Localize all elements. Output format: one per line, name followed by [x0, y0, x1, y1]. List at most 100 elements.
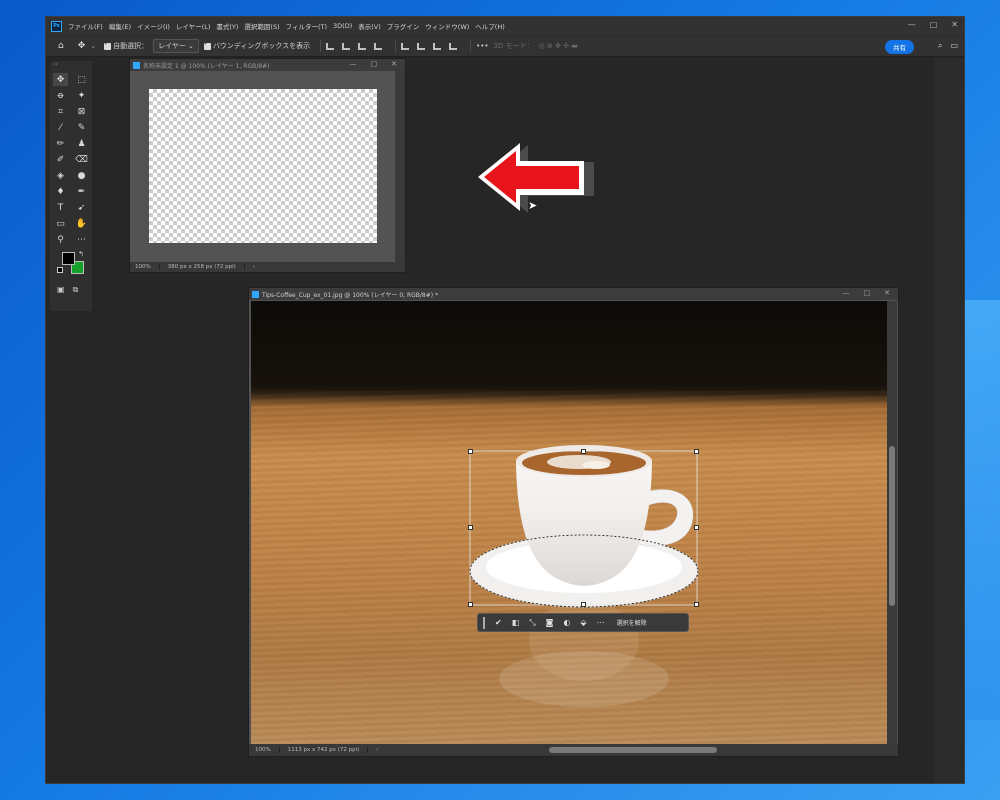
vertical-scrollbar[interactable]: [395, 71, 405, 262]
bucket-tool-icon[interactable]: ◈: [53, 169, 68, 182]
dodge-tool-icon[interactable]: ♦: [53, 185, 68, 198]
menu-type[interactable]: 書式(Y): [216, 21, 238, 31]
distribute-icon[interactable]: [374, 42, 383, 50]
path-select-tool-icon[interactable]: ➹: [74, 201, 89, 214]
search-icon[interactable]: ⌕: [938, 41, 942, 51]
history-brush-tool-icon[interactable]: ✐: [53, 153, 68, 166]
magic-wand-tool-icon[interactable]: ✦: [74, 89, 89, 102]
panel-collapse-icon[interactable]: ‹‹: [50, 61, 92, 71]
status-arrow[interactable]: ›: [367, 747, 386, 753]
menu-help[interactable]: ヘルプ(H): [475, 21, 504, 31]
menu-layer[interactable]: レイヤー(L): [176, 21, 211, 31]
deselect-button[interactable]: 選択を解除: [617, 618, 647, 627]
swap-colors-icon[interactable]: ↰: [78, 250, 84, 258]
extra-tools: ▣ ⧉: [50, 285, 92, 295]
align-left-icon[interactable]: [326, 42, 335, 50]
eyedropper-tool-icon[interactable]: ⁄: [53, 121, 68, 134]
transform-handle[interactable]: [468, 602, 473, 607]
menu-view[interactable]: 表示(V): [358, 21, 381, 31]
brush-tool-icon[interactable]: ✏: [53, 137, 68, 150]
menu-file[interactable]: ファイル(F): [68, 21, 103, 31]
rectangle-tool-icon[interactable]: ▭: [53, 217, 68, 230]
move-tool-icon[interactable]: ✥: [53, 73, 68, 86]
drag-handle[interactable]: [483, 616, 485, 629]
auto-select-checkbox[interactable]: 自動選択：: [104, 40, 148, 51]
blur-tool-icon[interactable]: ●: [74, 169, 89, 182]
share-button[interactable]: 共有: [885, 40, 914, 54]
menu-plugins[interactable]: プラグイン: [387, 21, 420, 31]
tools-panel: ‹‹ ✥ ⬚ ꝋ ✦ ⌗ ⊠ ⁄ ✎ ✏ ♟ ✐ ⌫ ◈ ● ♦ ✒ T ➹ ▭…: [50, 61, 92, 311]
default-colors-icon[interactable]: [57, 267, 63, 273]
move-icon[interactable]: ✥: [78, 41, 86, 51]
mask-icon[interactable]: ◧: [512, 618, 520, 627]
workspace-icon[interactable]: ▭: [950, 41, 958, 51]
align-bottom-icon[interactable]: [433, 42, 442, 50]
align-right-icon[interactable]: [358, 42, 367, 50]
distribute-v-icon[interactable]: [449, 42, 458, 50]
zoom-level[interactable]: 100%: [249, 747, 279, 753]
menu-filter[interactable]: フィルター(T): [286, 21, 327, 31]
fill-icon[interactable]: ⬙: [580, 618, 586, 627]
home-icon[interactable]: ⌂: [58, 41, 64, 51]
transform-icon[interactable]: ⤡: [529, 618, 535, 628]
screen-mode-icon[interactable]: ⧉: [73, 285, 79, 295]
more-options-button[interactable]: •••: [476, 42, 488, 50]
menu-edit[interactable]: 編集(E): [109, 21, 131, 31]
eraser-tool-icon[interactable]: ⌫: [74, 153, 89, 166]
frame-tool-icon[interactable]: ⊠: [74, 105, 89, 118]
stamp-tool-icon[interactable]: ♟: [74, 137, 89, 150]
crop-tool-icon[interactable]: ⌗: [53, 105, 68, 118]
scrollbar-thumb[interactable]: [889, 446, 895, 606]
maximize-button[interactable]: □: [930, 20, 938, 29]
layer-select-dropdown[interactable]: レイヤー ⌄: [153, 39, 199, 53]
transform-handle[interactable]: [581, 602, 586, 607]
marquee-tool-icon[interactable]: ⬚: [74, 73, 89, 86]
transform-handle[interactable]: [468, 525, 473, 530]
canvas-area[interactable]: [130, 71, 395, 262]
doc-maximize-button[interactable]: □: [371, 60, 378, 68]
doc-maximize-button[interactable]: □: [864, 289, 871, 297]
transform-handle[interactable]: [694, 525, 699, 530]
foreground-color-swatch[interactable]: [62, 252, 75, 265]
type-tool-icon[interactable]: T: [53, 201, 68, 214]
zoom-level[interactable]: 100%: [130, 264, 159, 270]
align-middle-icon[interactable]: [417, 42, 426, 50]
document-info: 380 px x 258 px (72 ppi): [158, 264, 244, 270]
doc-close-button[interactable]: ✕: [391, 60, 397, 68]
chevron-down-icon[interactable]: ⌄: [90, 42, 96, 50]
document-tab[interactable]: Tips-Coffee_Cup_ex_01.jpg @ 100% (レイヤー 0…: [249, 288, 898, 300]
transform-handle[interactable]: [694, 449, 699, 454]
layer-mask-icon[interactable]: ◙: [546, 618, 554, 627]
transparent-canvas[interactable]: [149, 89, 377, 243]
align-top-icon[interactable]: [401, 42, 410, 50]
more-tools-icon[interactable]: ⋯: [74, 233, 89, 246]
transform-handle[interactable]: [581, 449, 586, 454]
menu-window[interactable]: ウィンドウ(W): [425, 21, 469, 31]
menu-image[interactable]: イメージ(I): [137, 21, 170, 31]
close-button[interactable]: ✕: [951, 20, 958, 29]
coffee-photo[interactable]: [251, 301, 887, 744]
adjustment-icon[interactable]: ◐: [563, 618, 570, 627]
pen-tool-icon[interactable]: ✒: [74, 185, 89, 198]
status-arrow[interactable]: ›: [243, 264, 263, 270]
transform-handle[interactable]: [468, 449, 473, 454]
more-icon[interactable]: ⋯: [597, 618, 605, 627]
bounding-box-checkbox[interactable]: バウンディングボックスを表示: [203, 40, 310, 51]
quick-mask-icon[interactable]: ▣: [57, 285, 65, 295]
healing-tool-icon[interactable]: ✎: [74, 121, 89, 134]
menu-3d[interactable]: 3D(D): [333, 22, 352, 30]
horizontal-scrollbar-thumb[interactable]: [549, 747, 717, 753]
document-title: 名称未設定 1 @ 100% (レイヤー 1, RGB/8#): [143, 62, 270, 70]
lasso-tool-icon[interactable]: ꝋ: [53, 89, 68, 102]
doc-close-button[interactable]: ✕: [884, 289, 890, 297]
hand-tool-icon[interactable]: ✋: [74, 217, 89, 230]
transform-handle[interactable]: [694, 602, 699, 607]
vertical-scrollbar[interactable]: [887, 301, 897, 744]
zoom-tool-icon[interactable]: ⚲: [53, 233, 68, 246]
doc-minimize-button[interactable]: —: [843, 289, 850, 297]
doc-minimize-button[interactable]: —: [350, 60, 357, 68]
menu-select[interactable]: 選択範囲(S): [244, 21, 279, 31]
align-center-icon[interactable]: [342, 42, 351, 50]
select-subject-icon[interactable]: ✔: [495, 618, 502, 627]
minimize-button[interactable]: —: [908, 20, 916, 29]
